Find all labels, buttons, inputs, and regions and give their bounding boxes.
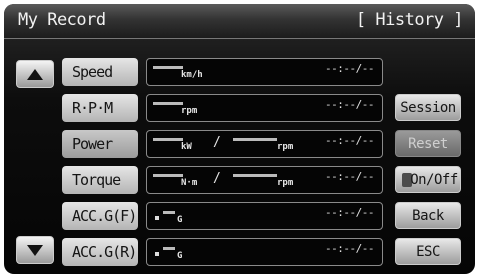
page-title: My Record <box>18 10 106 30</box>
value-placeholder <box>233 138 277 141</box>
record-value: km/h --:--/-- <box>146 58 383 86</box>
value-placeholder <box>153 102 183 105</box>
record-time: --:--/-- <box>325 170 374 183</box>
record-label[interactable]: R·P·M <box>62 94 138 122</box>
value-placeholder <box>153 66 183 69</box>
my-record-screen: My Record [ History ] Speed km/h --:--/-… <box>4 4 475 274</box>
record-value: G --:--/-- <box>146 238 383 266</box>
record-value: rpm --:--/-- <box>146 94 383 122</box>
record-label[interactable]: Power <box>62 130 138 158</box>
value-placeholder <box>153 138 183 141</box>
scroll-down-button[interactable] <box>16 236 54 264</box>
triangle-up-icon <box>27 68 43 80</box>
value-placeholder <box>233 174 277 177</box>
unit-label: G <box>177 251 183 261</box>
record-row-accg-rear: ACC.G(R) G --:--/-- <box>62 238 383 266</box>
title-bar: My Record [ History ] <box>4 4 475 39</box>
unit-label: km/h <box>181 70 203 80</box>
record-time: --:--/-- <box>325 206 374 219</box>
value-sign-placeholder <box>155 252 159 256</box>
separator: / <box>213 171 221 186</box>
record-label[interactable]: ACC.G(F) <box>62 202 138 230</box>
unit-label: rpm <box>277 178 294 188</box>
record-value: G --:--/-- <box>146 202 383 230</box>
scroll-up-button[interactable] <box>16 60 54 88</box>
record-label[interactable]: Speed <box>62 58 138 86</box>
record-time: --:--/-- <box>325 62 374 75</box>
record-label[interactable]: Torque <box>62 166 138 194</box>
unit-label: G <box>177 215 183 225</box>
on-off-label: On/Off <box>410 171 458 188</box>
value-placeholder <box>153 174 183 177</box>
record-value: N·m / rpm --:--/-- <box>146 166 383 194</box>
separator: / <box>213 135 221 150</box>
esc-button[interactable]: ESC <box>395 238 461 265</box>
record-row-accg-front: ACC.G(F) G --:--/-- <box>62 202 383 230</box>
record-row-rpm: R·P·M rpm --:--/-- <box>62 94 383 122</box>
triangle-down-icon <box>27 244 43 256</box>
record-value: kW / rpm --:--/-- <box>146 130 383 158</box>
on-off-button[interactable]: On/Off <box>395 166 461 193</box>
reset-button[interactable]: Reset <box>395 130 461 157</box>
record-time: --:--/-- <box>325 98 374 111</box>
value-placeholder <box>163 247 175 250</box>
record-time: --:--/-- <box>325 134 374 147</box>
unit-label: rpm <box>277 142 294 152</box>
value-sign-placeholder <box>155 216 159 220</box>
record-row-power: Power kW / rpm --:--/-- <box>62 130 383 158</box>
value-placeholder <box>163 211 175 214</box>
unit-label: N·m <box>181 178 198 188</box>
record-label[interactable]: ACC.G(R) <box>62 238 138 266</box>
record-row-speed: Speed km/h --:--/-- <box>62 58 383 86</box>
record-time: --:--/-- <box>325 242 374 255</box>
record-row-torque: Torque N·m / rpm --:--/-- <box>62 166 383 194</box>
history-label[interactable]: [ History ] <box>356 10 464 30</box>
unit-label: rpm <box>181 106 198 116</box>
unit-label: kW <box>181 142 192 152</box>
session-button[interactable]: Session <box>395 94 461 121</box>
back-button[interactable]: Back <box>395 202 461 229</box>
